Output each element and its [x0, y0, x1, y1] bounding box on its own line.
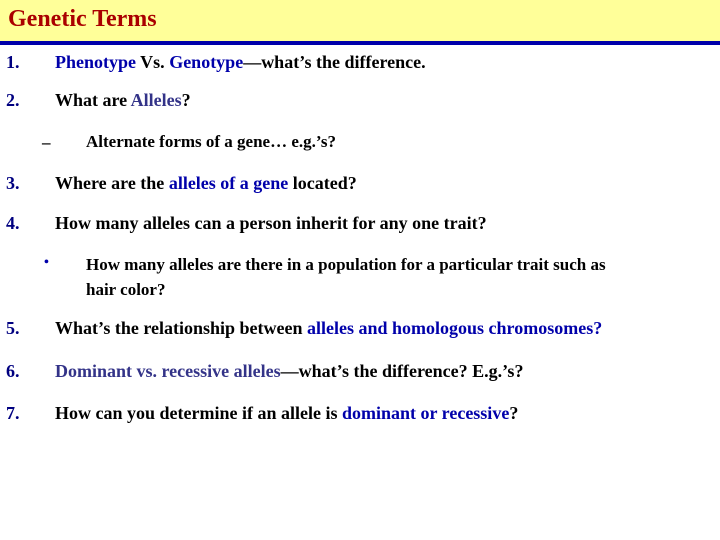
item-text: Phenotype Vs. Genotype—what’s the differ… [55, 52, 426, 73]
item-number: 2. [6, 90, 20, 110]
text-segment: How can you determine if an allele is [55, 403, 342, 423]
term-dominant-or-recessive: dominant or recessive [341, 403, 510, 423]
term-homologous-chromosomes: homologous chromosomes [392, 318, 594, 338]
term-dominant-vs-recessive: Dominant vs. recessive alleles [55, 361, 281, 381]
text-segment: Where are the [55, 173, 169, 193]
text-segment: —what’s the difference? E.g.’s? [280, 361, 524, 381]
item-text: What’s the relationship between alleles … [55, 318, 602, 339]
text-segment: What are [55, 90, 131, 110]
text-segment: ? [181, 90, 191, 110]
text-segment: located? [288, 173, 357, 193]
term-alleles: Alleles [130, 90, 182, 110]
item-text: How can you determine if an allele is do… [55, 403, 518, 424]
sub-item-line-1: How many alleles are there in a populati… [86, 255, 606, 274]
item-text: What are Alleles? [55, 90, 191, 111]
text-segment: What’s the relationship between [55, 318, 307, 338]
slide-title: Genetic Terms [8, 6, 157, 32]
text-segment: —what’s the difference. [243, 52, 426, 72]
title-bar: Genetic Terms [0, 0, 720, 45]
item-number: 4. [6, 213, 20, 233]
item-number: 5. [6, 318, 20, 338]
sub-item-text: How many alleles are there in a populati… [86, 252, 606, 302]
bullet-icon: • [44, 255, 49, 270]
item-text: Where are the alleles of a gene located? [55, 173, 357, 194]
text-segment: Vs. [136, 52, 170, 72]
item-number: 7. [6, 403, 20, 423]
term-phenotype: Phenotype [55, 52, 136, 72]
sub-item-text: Alternate forms of a gene… e.g.’s? [86, 132, 337, 151]
item-text: How many alleles can a person inherit fo… [55, 213, 487, 233]
sub-item-line-2: hair color? [86, 280, 166, 299]
item-number: 3. [6, 173, 20, 193]
item-text: Dominant vs. recessive alleles—what’s th… [55, 361, 523, 382]
item-number: 6. [6, 361, 20, 381]
term-alleles: alleles [307, 318, 354, 338]
term-alleles-of-a-gene: alleles of a gene [168, 173, 289, 193]
item-number: 1. [6, 52, 20, 72]
text-segment: ? [509, 403, 519, 423]
text-segment: ? [593, 318, 603, 338]
term-genotype: Genotype [169, 52, 244, 72]
dash-marker: – [42, 133, 51, 152]
text-segment: and [354, 318, 393, 338]
